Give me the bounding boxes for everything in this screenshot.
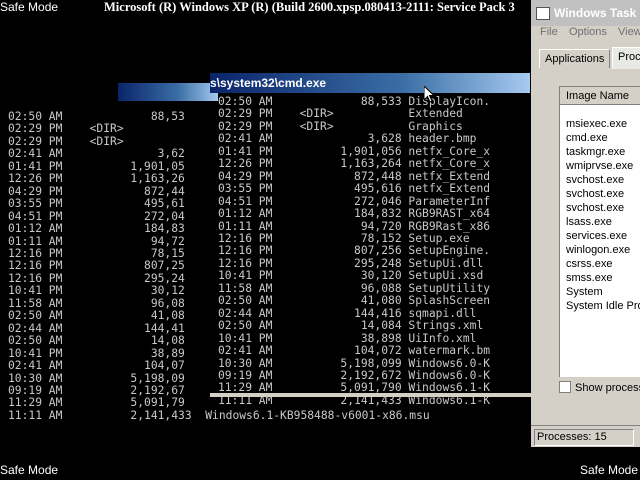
list-item[interactable]: svchost.exe [566,201,640,215]
listing-line: 01:12 AM 184,832 RGB9RAST_x64 [218,207,491,221]
listing-line: 02:50 AM 14,084 Strings.xml [218,319,484,333]
list-item[interactable]: msiexec.exe [566,117,640,131]
process-rows: msiexec.exe cmd.exe taskmgr.exe wmiprvse… [566,117,640,313]
list-item[interactable]: lsass.exe [566,215,640,229]
list-item[interactable]: System [566,285,640,299]
list-item[interactable]: wmiprvse.exe [566,159,640,173]
safe-mode-label-bottom-left: Safe Mode [0,463,59,477]
list-item[interactable]: System Idle Pro [566,299,640,313]
screen-title: Microsoft (R) Windows XP (R) (Build 2600… [104,0,515,14]
task-manager-window: Windows Task M File Options View Applica… [531,0,640,447]
task-manager-icon [536,7,550,20]
list-item[interactable]: svchost.exe [566,187,640,201]
show-processes-label: Show process [575,382,640,394]
status-bar: Processes: 15 [531,425,640,448]
task-manager-tabs: Applications Proce [539,47,640,69]
list-item[interactable]: services.exe [566,229,640,243]
task-manager-menubar: File Options View [531,26,640,42]
listing-line: 03:55 PM 495,616 netfx_Extend [218,182,491,196]
task-manager-title: Windows Task M [554,6,640,20]
cmd-window-titlebar[interactable]: s\system32\cmd.exe [210,73,530,93]
tab-processes[interactable]: Proce [612,47,640,69]
cmd-window-title: s\system32\cmd.exe [210,76,327,90]
mouse-pointer-icon [424,86,436,103]
list-item[interactable]: csrss.exe [566,257,640,271]
safe-mode-label-bottom-right: Safe Mode [579,463,638,477]
list-item[interactable]: taskmgr.exe [566,145,640,159]
back-listing-line: 11:11 AM 2,141,433 Windows6.1-KB958488-v… [8,408,430,422]
list-item[interactable]: cmd.exe [566,131,640,145]
back-cmd-titlebar[interactable] [118,83,218,101]
listing-line: 02:41 AM 104,072 watermark.bm [218,344,491,358]
cmd-window-listing: 02:50 AM 88,533 DisplayIcon. 02:29 PM <DI… [218,95,491,407]
cmd-window-scrollbar[interactable] [210,393,534,397]
tab-applications[interactable]: Applications [539,49,611,68]
column-header-image-name[interactable]: Image Name [560,87,640,105]
safe-mode-label-top-left: Safe Mode [0,0,59,14]
show-processes-checkbox[interactable]: Show process [559,381,640,394]
list-item[interactable]: svchost.exe [566,173,640,187]
menu-file[interactable]: File [540,26,558,38]
task-manager-titlebar[interactable]: Windows Task M [531,0,640,26]
list-item[interactable]: smss.exe [566,271,640,285]
process-list[interactable]: Image Name msiexec.exe cmd.exe taskmgr.e… [559,86,640,377]
status-process-count: Processes: 15 [534,429,634,446]
menu-options[interactable]: Options [569,26,607,38]
listing-line: 12:26 PM 1,163,264 netfx_Core_x [218,157,491,171]
listing-line: 02:41 AM 3,628 header.bmp [218,132,477,146]
listing-line: 02:50 AM 41,080 SplashScreen [218,294,491,308]
listing-line: 10:41 PM 30,120 SetupUi.xsd [218,269,484,283]
menu-view[interactable]: View [618,26,640,38]
checkbox-icon[interactable] [559,381,571,393]
list-item[interactable]: winlogon.exe [566,243,640,257]
